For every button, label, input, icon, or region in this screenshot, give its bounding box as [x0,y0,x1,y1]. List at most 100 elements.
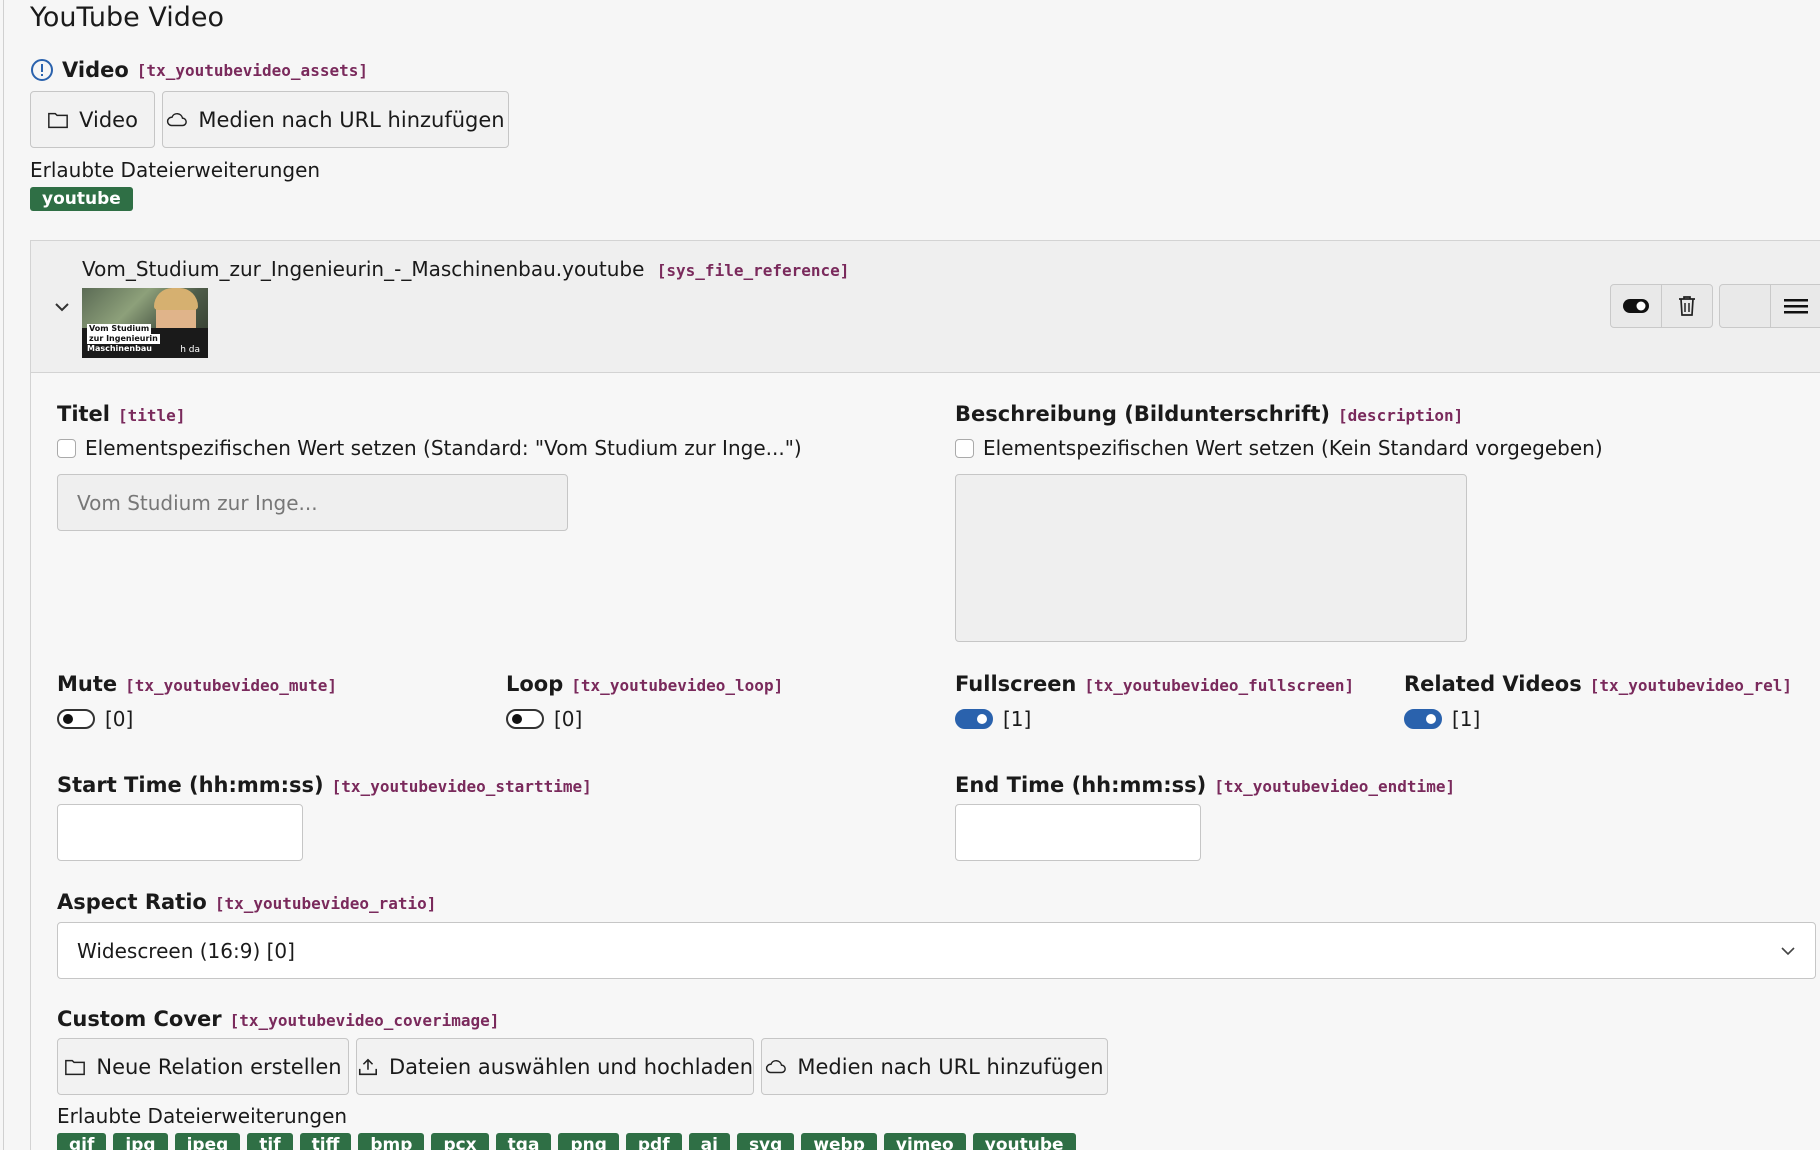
allowed-extensions-label: Erlaubte Dateierweiterungen [30,158,321,182]
extension-badge: jpg [113,1133,168,1150]
blank-control[interactable] [1719,284,1771,328]
folder-icon [65,1059,86,1075]
start-time-code: [tx_youtubevideo_starttime] [331,777,592,796]
title-override-label: Elementspezifischen Wert setzen (Standar… [85,436,802,460]
end-time-label: End Time (hh:mm:ss) [955,773,1207,797]
related-videos-code: [tx_youtubevideo_rel] [1589,676,1792,695]
end-time-input[interactable] [955,804,1201,861]
custom-cover-label-row: Custom Cover [tx_youtubevideo_coverimage] [57,1007,499,1031]
start-time-label: Start Time (hh:mm:ss) [57,773,324,797]
thumbnail-hair [154,288,198,310]
description-override-checkbox[interactable] [955,438,974,458]
related-videos-toggle-row: [1] [1404,707,1480,731]
toggle-icon [1623,299,1649,313]
extension-badge: jpeg [174,1133,241,1150]
hamburger-icon [1783,299,1808,314]
description-override-row: Elementspezifischen Wert setzen (Kein St… [955,436,1603,460]
title-field-label-row: Titel [title] [57,402,185,426]
cloud-icon [766,1059,787,1073]
extension-badge: svg [736,1133,795,1150]
chevron-down-icon [1781,946,1795,955]
loop-toggle-row: [0] [506,707,582,731]
add-media-url-button-label: Medien nach URL hinzufügen [198,107,505,132]
title-input-placeholder: Vom Studium zur Inge... [77,491,318,515]
description-field-label: Beschreibung (Bildunterschrift) [955,402,1331,426]
new-relation-button-label: Neue Relation erstellen [96,1054,342,1079]
thumbnail-line-2: zur Ingenieurin [87,334,160,344]
allowed-extensions-list: youtube [30,187,133,211]
aspect-ratio-label: Aspect Ratio [57,890,207,914]
description-textarea[interactable] [955,474,1467,642]
title-input[interactable]: Vom Studium zur Inge... [57,474,568,531]
description-override-label: Elementspezifischen Wert setzen (Kein St… [983,436,1603,460]
loop-label: Loop [506,672,564,696]
mute-label-row: Mute [tx_youtubevideo_mute] [57,672,337,696]
upload-files-button[interactable]: Dateien auswählen und hochladen [356,1038,754,1095]
description-field-label-row: Beschreibung (Bildunterschrift) [descript… [955,402,1463,426]
delete-button[interactable] [1661,284,1713,328]
loop-value: [0] [554,707,583,731]
extension-badge: youtube [30,187,133,211]
add-video-button-label: Video [79,107,138,132]
mute-value: [0] [105,707,134,731]
extension-badge: pdf [625,1133,682,1150]
mute-toggle-row: [0] [57,707,133,731]
cover-media-url-button[interactable]: Medien nach URL hinzufügen [761,1038,1108,1095]
video-field-label: Video [62,58,129,82]
aspect-ratio-select[interactable]: Widescreen (16:9) [0] [57,922,1816,979]
title-field-code: [title] [118,406,186,425]
fullscreen-label: Fullscreen [955,672,1077,696]
new-relation-button[interactable]: Neue Relation erstellen [57,1038,349,1095]
extension-badge: bmp [358,1133,425,1150]
cloud-icon [167,112,188,126]
extension-badge: png [558,1133,619,1150]
end-time-label-row: End Time (hh:mm:ss) [tx_youtubevideo_endt… [955,773,1455,797]
add-media-url-button[interactable]: Medien nach URL hinzufügen [162,91,509,148]
thumbnail-text: Vom Studium zur Ingenieurin Maschinenbau [87,324,160,354]
mute-label: Mute [57,672,118,696]
drag-handle[interactable] [1770,284,1820,328]
related-videos-value: [1] [1452,707,1481,731]
custom-cover-code: [tx_youtubevideo_coverimage] [229,1011,500,1030]
mute-toggle[interactable] [57,709,95,729]
extension-badge: vimeo [883,1133,966,1150]
video-field-code: [tx_youtubevideo_assets] [136,60,368,80]
fullscreen-label-row: Fullscreen [tx_youtubevideo_fullscreen] [955,672,1354,696]
thumbnail-brand: h da [180,345,200,355]
loop-label-row: Loop [tx_youtubevideo_loop] [506,672,783,696]
warning-icon [31,59,53,81]
start-time-label-row: Start Time (hh:mm:ss) [tx_youtubevideo_st… [57,773,592,797]
extension-badge: webp [801,1133,877,1150]
loop-toggle[interactable] [506,709,544,729]
end-time-code: [tx_youtubevideo_endtime] [1214,777,1456,796]
video-thumbnail: Vom Studium zur Ingenieurin Maschinenbau… [82,288,208,358]
custom-cover-label: Custom Cover [57,1007,222,1031]
fullscreen-toggle-row: [1] [955,707,1031,731]
fullscreen-value: [1] [1003,707,1032,731]
cover-allowed-extensions-list: gif jpg jpeg tif tiff bmp pcx tga png pd… [57,1133,1076,1150]
thumbnail-line-3: Maschinenbau [87,344,152,353]
chevron-down-icon[interactable] [53,298,71,316]
related-videos-toggle[interactable] [1404,709,1442,729]
extension-badge: tga [495,1133,552,1150]
trash-icon [1679,296,1695,316]
fullscreen-code: [tx_youtubevideo_fullscreen] [1084,676,1355,695]
extension-badge: tiff [299,1133,352,1150]
fullscreen-toggle[interactable] [955,709,993,729]
thumbnail-line-1: Vom Studium [87,324,152,334]
extension-badge: youtube [972,1133,1076,1150]
file-reference-code: [sys_file_reference] [656,261,850,280]
start-time-input[interactable] [57,804,303,861]
extension-badge: gif [57,1133,107,1150]
related-videos-label: Related Videos [1404,672,1582,696]
cover-media-url-button-label: Medien nach URL hinzufügen [797,1054,1104,1079]
aspect-ratio-code: [tx_youtubevideo_ratio] [214,894,437,913]
loop-code: [tx_youtubevideo_loop] [571,676,784,695]
page-title: YouTube Video [30,2,225,33]
extension-badge: pcx [431,1133,489,1150]
add-video-button[interactable]: Video [30,91,155,148]
hide-toggle-button[interactable] [1610,284,1662,328]
aspect-ratio-selected: Widescreen (16:9) [0] [77,938,295,963]
video-field-label-row: Video [tx_youtubevideo_assets] [30,58,368,82]
title-override-checkbox[interactable] [57,438,76,458]
